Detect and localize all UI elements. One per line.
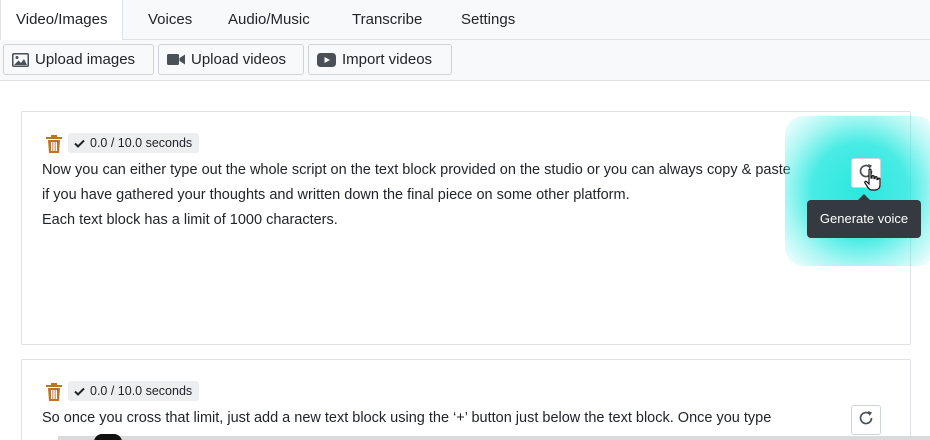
upload-images-button[interactable]: Upload images bbox=[3, 44, 154, 75]
duration-text: 0.0 / 10.0 seconds bbox=[90, 384, 193, 398]
generate-voice-tooltip: Generate voice bbox=[807, 194, 921, 238]
tab-audio-music[interactable]: Audio/Music bbox=[213, 0, 325, 40]
import-videos-button[interactable]: Import videos bbox=[308, 44, 452, 75]
script-text[interactable]: Now you can either type out the whole sc… bbox=[42, 158, 832, 233]
youtube-play-icon bbox=[317, 52, 336, 67]
upload-videos-label: Upload videos bbox=[191, 51, 287, 68]
upload-images-label: Upload images bbox=[35, 51, 136, 68]
trash-icon[interactable] bbox=[46, 135, 62, 153]
tab-bar: Video/Images Voices Audio/Music Transcri… bbox=[0, 0, 930, 41]
tab-settings[interactable]: Settings bbox=[446, 0, 530, 40]
tab-voices[interactable]: Voices bbox=[133, 0, 207, 40]
generate-voice-button[interactable] bbox=[851, 405, 881, 435]
check-icon bbox=[74, 139, 85, 148]
tab-transcribe[interactable]: Transcribe bbox=[337, 0, 437, 40]
text-block: 0.0 / 10.0 seconds Now you can either ty… bbox=[21, 111, 911, 345]
check-icon bbox=[74, 387, 85, 396]
bottom-scroll-strip bbox=[58, 436, 930, 440]
image-icon bbox=[12, 52, 29, 67]
duration-text: 0.0 / 10.0 seconds bbox=[90, 136, 193, 150]
media-toolbar: Upload images Upload videos Import video… bbox=[0, 40, 930, 81]
script-text[interactable]: So once you cross that limit, just add a… bbox=[42, 406, 832, 431]
upload-videos-button[interactable]: Upload videos bbox=[158, 44, 304, 75]
import-videos-label: Import videos bbox=[342, 51, 433, 68]
tab-video-images[interactable]: Video/Images bbox=[0, 0, 124, 41]
highlight-glow bbox=[785, 116, 930, 266]
trash-icon[interactable] bbox=[46, 383, 62, 401]
hand-pointer-icon bbox=[863, 168, 883, 192]
bottom-avatar-edge bbox=[94, 434, 122, 440]
script-line: if you have gathered your thoughts and w… bbox=[42, 187, 630, 203]
script-line: So once you cross that limit, just add a… bbox=[42, 410, 772, 426]
script-line: Each text block has a limit of 1000 char… bbox=[42, 212, 338, 228]
script-line: Now you can either type out the whole sc… bbox=[42, 162, 791, 178]
video-camera-icon bbox=[167, 53, 185, 66]
duration-badge: 0.0 / 10.0 seconds bbox=[68, 133, 200, 153]
duration-badge: 0.0 / 10.0 seconds bbox=[68, 381, 200, 401]
refresh-icon bbox=[858, 410, 874, 431]
text-block: 0.0 / 10.0 seconds So once you cross tha… bbox=[21, 359, 911, 440]
